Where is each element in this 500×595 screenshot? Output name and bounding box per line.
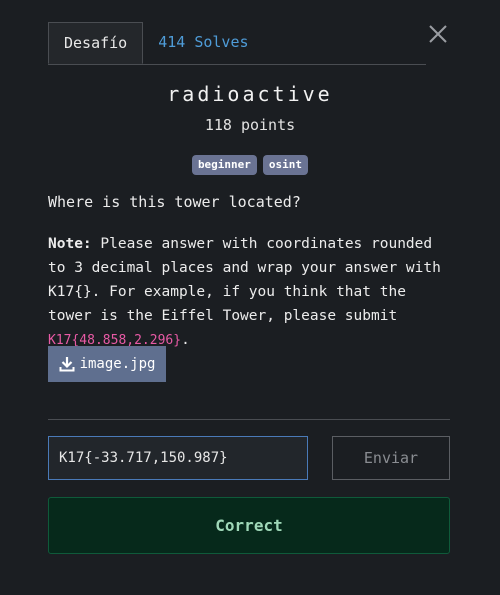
modal-tabs: Desafío 414 Solves	[48, 22, 426, 65]
challenge-title: radioactive	[167, 82, 333, 106]
challenge-modal: Desafío 414 Solves radioactive 118 point…	[0, 0, 500, 595]
download-attachment-button[interactable]: image.jpg	[48, 346, 166, 382]
download-icon	[59, 356, 75, 372]
challenge-points: 118 points	[204, 116, 296, 134]
challenge-question: Where is this tower located?	[48, 193, 301, 211]
close-icon[interactable]	[426, 22, 450, 46]
divider	[48, 419, 450, 420]
result-correct-banner: Correct	[48, 497, 450, 554]
tab-solves[interactable]: 414 Solves	[143, 22, 263, 63]
challenge-note: Note: Please answer with coordinates rou…	[48, 232, 458, 353]
note-text: Please answer with coordinates rounded t…	[48, 236, 441, 324]
tab-challenge[interactable]: Desafío	[48, 22, 144, 64]
challenge-tags: beginner osint	[0, 155, 500, 175]
attachment-filename: image.jpg	[79, 356, 156, 372]
note-label: Note:	[48, 236, 92, 252]
submit-button[interactable]: Enviar	[332, 436, 450, 480]
flag-input[interactable]	[48, 436, 308, 480]
note-end: .	[181, 332, 190, 348]
tag-badge: beginner	[191, 155, 257, 175]
tag-badge: osint	[262, 155, 309, 175]
